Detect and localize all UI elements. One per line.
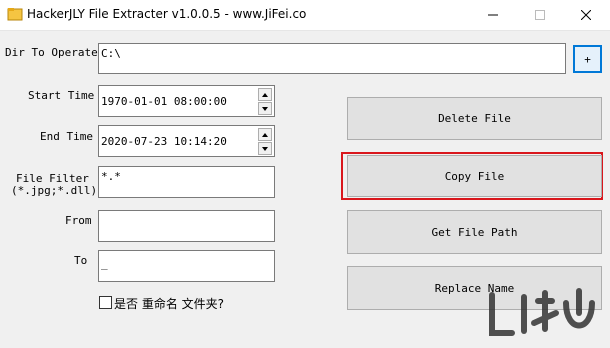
- from-field[interactable]: [98, 210, 275, 242]
- copy-file-button[interactable]: Copy File: [347, 155, 602, 197]
- rename-folder-label[interactable]: 是否 重命名 文件夹?: [114, 295, 224, 312]
- end-time-value: 2020-07-23 10:14:20: [101, 135, 227, 148]
- rename-folder-checkbox[interactable]: [99, 296, 112, 309]
- get-file-path-button[interactable]: Get File Path: [347, 210, 602, 254]
- minimize-button[interactable]: [470, 0, 516, 30]
- down-arrow-icon: [262, 146, 268, 151]
- end-time-picker[interactable]: 2020-07-23 10:14:20: [98, 125, 275, 157]
- from-label: From: [65, 214, 92, 227]
- file-filter-value: *.*: [101, 170, 121, 183]
- maximize-button[interactable]: [517, 0, 563, 30]
- file-filter-field[interactable]: *.*: [98, 166, 275, 198]
- file-filter-hint: (*.jpg;*.dll): [11, 184, 98, 197]
- window-title: HackerJLY File Extracter v1.0.0.5 - www.…: [27, 7, 307, 21]
- end-time-spin-up[interactable]: [258, 128, 272, 141]
- start-time-spin-down[interactable]: [258, 102, 272, 115]
- browse-button[interactable]: +: [573, 45, 602, 73]
- end-time-spin-down[interactable]: [258, 142, 272, 155]
- to-value: _: [101, 257, 108, 270]
- up-arrow-icon: [262, 92, 268, 97]
- start-time-picker[interactable]: 1970-01-01 08:00:00: [98, 85, 275, 117]
- start-time-value: 1970-01-01 08:00:00: [101, 95, 227, 108]
- delete-file-button[interactable]: Delete File: [347, 97, 602, 140]
- minimize-icon: [488, 14, 498, 16]
- down-arrow-icon: [262, 106, 268, 111]
- start-time-spin-up[interactable]: [258, 88, 272, 101]
- start-time-label: Start Time: [28, 89, 95, 102]
- watermark-logo: [489, 288, 595, 336]
- to-field[interactable]: _: [98, 250, 275, 282]
- app-icon: [7, 8, 23, 21]
- dir-label: Dir To Operate: [5, 46, 98, 59]
- title-bar[interactable]: HackerJLY File Extracter v1.0.0.5 - www.…: [0, 0, 610, 31]
- close-icon: [581, 10, 591, 20]
- end-time-label: End Time: [40, 130, 93, 143]
- to-label: To: [74, 254, 88, 267]
- dir-field[interactable]: C:\: [98, 43, 566, 74]
- maximize-icon: [535, 10, 545, 20]
- dir-value: C:\: [101, 47, 121, 60]
- close-button[interactable]: [563, 0, 609, 30]
- up-arrow-icon: [262, 132, 268, 137]
